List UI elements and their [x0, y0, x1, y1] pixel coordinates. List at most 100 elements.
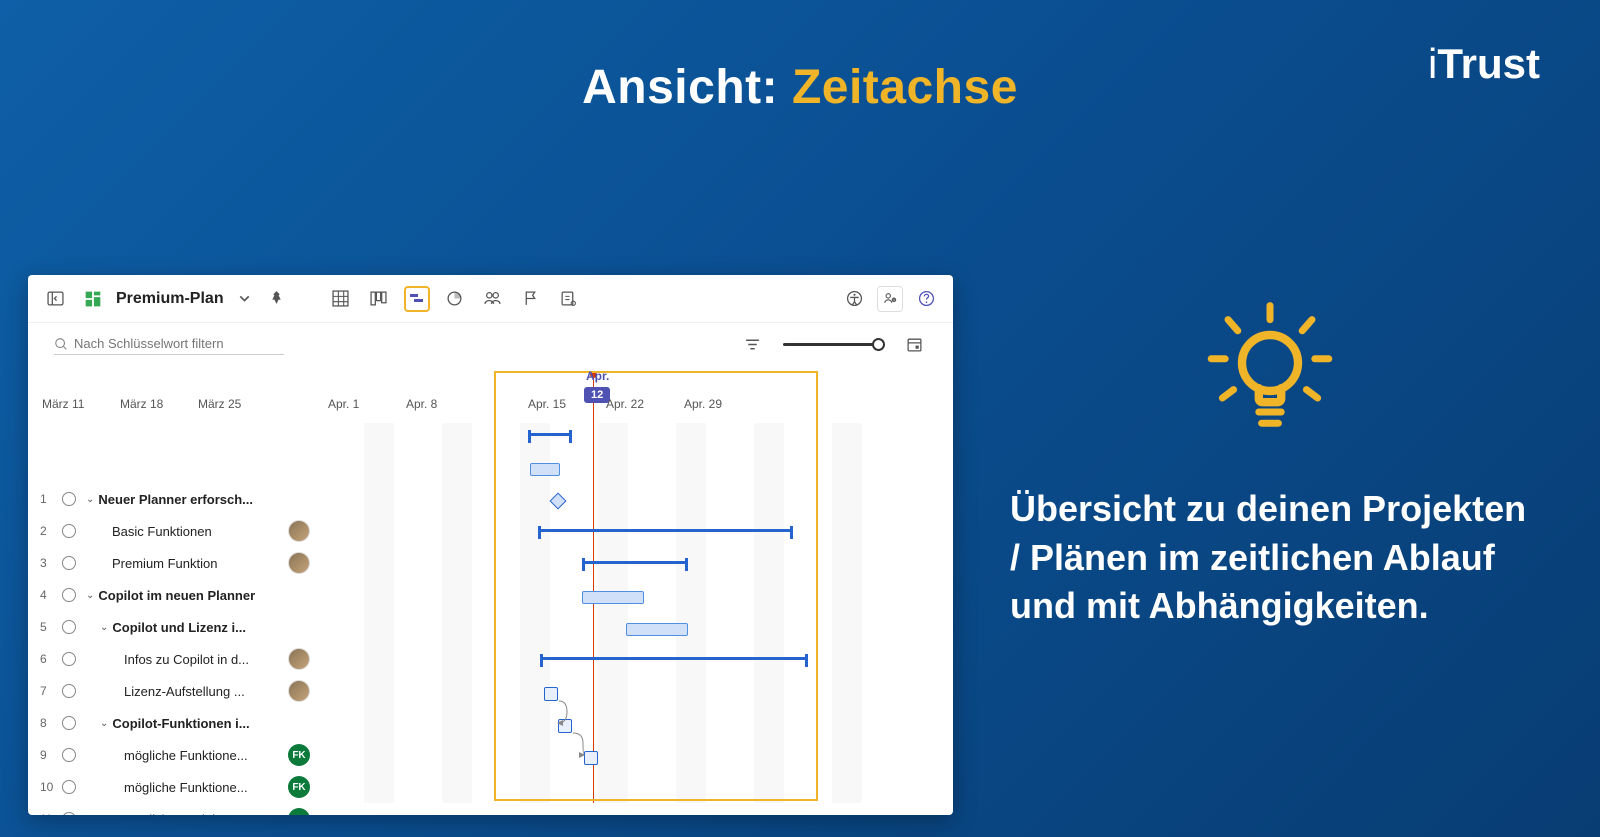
zoom-slider[interactable]: [783, 343, 883, 346]
row-number: 5: [40, 620, 62, 634]
month-label: Apr.: [586, 369, 609, 383]
summary-bar-row4[interactable]: [538, 529, 793, 532]
side-description: Übersicht zu deinen Projekten / Plänen i…: [1010, 485, 1530, 631]
date-column: März 18: [120, 397, 198, 411]
goals-view-icon[interactable]: [518, 286, 544, 312]
task-row[interactable]: 8⌄Copilot-Funktionen i...: [28, 707, 328, 739]
task-complete-circle[interactable]: [62, 780, 76, 794]
today-jump-icon[interactable]: [901, 331, 927, 357]
task-bar-row9[interactable]: [544, 687, 558, 701]
help-icon[interactable]: [913, 286, 939, 312]
task-row[interactable]: 7 Lizenz-Aufstellung ...: [28, 675, 328, 707]
side-panel: Übersicht zu deinen Projekten / Plänen i…: [1010, 300, 1530, 631]
task-name[interactable]: Copilot im neuen Planner: [98, 588, 255, 603]
task-name[interactable]: mögliche Funktione...: [124, 812, 248, 816]
row-number: 4: [40, 588, 62, 602]
date-column: [484, 397, 528, 411]
row-number: 6: [40, 652, 62, 666]
task-complete-circle[interactable]: [62, 620, 76, 634]
slide-title-prefix: Ansicht:: [582, 61, 792, 114]
brand-logo: iTrust: [1428, 40, 1540, 88]
summary-bar-row5[interactable]: [582, 561, 688, 564]
task-complete-circle[interactable]: [62, 524, 76, 538]
row-number: 3: [40, 556, 62, 570]
date-column: März 25: [198, 397, 276, 411]
task-name[interactable]: Neuer Planner erforsch...: [98, 492, 253, 507]
milestone-row3[interactable]: [550, 493, 567, 510]
task-row[interactable]: 5 ⌄ Copilot und Lizenz i...: [28, 611, 328, 643]
avatar[interactable]: FK: [288, 808, 310, 815]
chevron-down-icon[interactable]: ⌄: [86, 590, 94, 601]
task-name[interactable]: Premium Funktion: [112, 556, 217, 571]
row-number: 7: [40, 684, 62, 698]
task-complete-circle[interactable]: [62, 716, 76, 730]
avatar[interactable]: [288, 680, 310, 702]
task-complete-circle[interactable]: [62, 652, 76, 666]
row-number: 2: [40, 524, 62, 538]
task-bar-row10[interactable]: [558, 719, 572, 733]
task-bar-row11[interactable]: [584, 751, 598, 765]
task-complete-circle[interactable]: [62, 812, 76, 815]
task-name[interactable]: Lizenz-Aufstellung ...: [124, 684, 245, 699]
task-row[interactable]: 1 ⌄ Neuer Planner erforsch...: [28, 483, 328, 515]
task-name[interactable]: mögliche Funktione...: [124, 780, 248, 795]
row-number: 1: [40, 492, 62, 506]
summary-bar-row8[interactable]: [540, 657, 808, 660]
task-name[interactable]: Basic Funktionen: [112, 524, 212, 539]
search-input[interactable]: [54, 333, 284, 355]
avatar[interactable]: FK: [288, 776, 310, 798]
chevron-down-icon[interactable]: ⌄: [100, 718, 108, 729]
task-complete-circle[interactable]: [62, 492, 76, 506]
task-complete-circle[interactable]: [62, 748, 76, 762]
task-row[interactable]: 10 mögliche Funktione... FK: [28, 771, 328, 803]
task-complete-circle[interactable]: [62, 588, 76, 602]
date-column: Apr. 22: [606, 397, 684, 411]
task-row[interactable]: 9mögliche Funktione...FK: [28, 739, 328, 771]
gantt-overlay: [328, 423, 953, 803]
avatar[interactable]: FK: [288, 744, 310, 766]
search-field[interactable]: [74, 336, 284, 351]
task-row[interactable]: 3 Premium Funktion: [28, 547, 328, 579]
lightbulb-icon: [1010, 300, 1530, 445]
date-column: Apr. 8: [406, 397, 484, 411]
planner-app-window: Premium-Plan: [28, 275, 953, 815]
avatar[interactable]: [288, 648, 310, 670]
chart-view-icon[interactable]: [442, 286, 468, 312]
timeline-view-icon[interactable]: [404, 286, 430, 312]
chevron-down-icon[interactable]: [232, 286, 258, 312]
share-icon[interactable]: [877, 286, 903, 312]
chevron-down-icon[interactable]: ⌄: [86, 494, 94, 505]
slide-title-accent: Zeitachse: [792, 61, 1018, 114]
task-row[interactable]: 6 Infos zu Copilot in d...: [28, 643, 328, 675]
plan-title[interactable]: Premium-Plan: [116, 290, 224, 308]
task-row[interactable]: 2 Basic Funktionen: [28, 515, 328, 547]
task-complete-circle[interactable]: [62, 684, 76, 698]
collapse-nav-icon[interactable]: [42, 286, 68, 312]
task-name[interactable]: Copilot und Lizenz i...: [112, 620, 246, 635]
summary-bar-row1[interactable]: [528, 433, 572, 436]
task-name[interactable]: Copilot-Funktionen i...: [112, 716, 249, 731]
people-view-icon[interactable]: [480, 286, 506, 312]
board-view-icon[interactable]: [366, 286, 392, 312]
plan-logo-icon: [82, 288, 104, 310]
grid-view-icon[interactable]: [328, 286, 354, 312]
slide-title: Ansicht: Zeitachse: [0, 60, 1600, 115]
chevron-down-icon[interactable]: ⌄: [100, 622, 108, 633]
task-bar-row7[interactable]: [626, 623, 688, 636]
task-list: März 11März 18März 25 1⌄Neuer Planner er…: [28, 363, 328, 803]
task-name[interactable]: mögliche Funktione...: [124, 748, 248, 763]
task-bar-row6[interactable]: [582, 591, 644, 604]
row-number: 10: [40, 780, 62, 794]
accessibility-icon[interactable]: [841, 286, 867, 312]
filter-row: [28, 323, 953, 363]
assignments-view-icon[interactable]: [556, 286, 582, 312]
task-complete-circle[interactable]: [62, 556, 76, 570]
filter-icon[interactable]: [739, 331, 765, 357]
task-row[interactable]: 4 ⌄ Copilot im neuen Planner: [28, 579, 328, 611]
task-bar-row2[interactable]: [530, 463, 560, 476]
avatar[interactable]: [288, 520, 310, 542]
task-name[interactable]: Infos zu Copilot in d...: [124, 652, 249, 667]
avatar[interactable]: [288, 552, 310, 574]
task-row[interactable]: 11mögliche Funktione...FK: [28, 803, 328, 815]
pin-icon[interactable]: [264, 286, 290, 312]
